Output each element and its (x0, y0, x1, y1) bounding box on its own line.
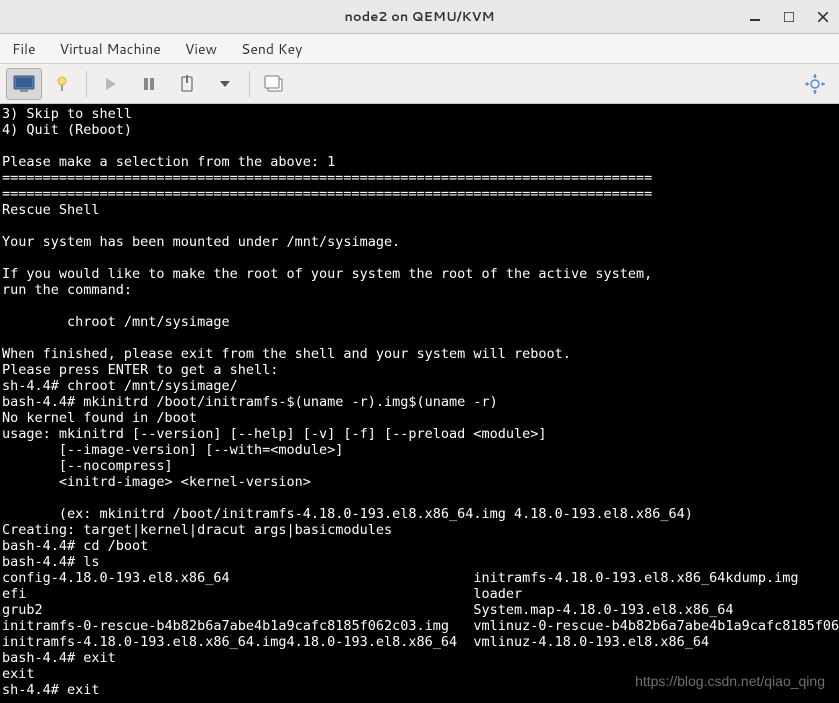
menubar: File Virtual Machine View Send Key (0, 34, 839, 64)
close-button[interactable] (815, 9, 831, 25)
pause-button[interactable] (131, 68, 167, 100)
menu-virtual-machine[interactable]: Virtual Machine (56, 35, 165, 63)
snapshots-button[interactable] (256, 68, 292, 100)
window-title: node2 on QEMU/KVM (345, 8, 495, 26)
console-button[interactable] (6, 68, 42, 100)
titlebar: node2 on QEMU/KVM (0, 0, 839, 34)
window-controls (747, 9, 831, 25)
watermark-text: https://blog.csdn.net/qiao_qing (635, 673, 825, 689)
shutdown-button[interactable] (169, 68, 205, 100)
console-output[interactable]: 3) Skip to shell 4) Quit (Reboot) Please… (0, 104, 839, 703)
menu-send-key[interactable]: Send Key (237, 35, 306, 63)
play-button[interactable] (93, 68, 129, 100)
toolbar-separator (86, 71, 87, 97)
menu-view[interactable]: View (181, 35, 221, 63)
toolbar (0, 64, 839, 104)
info-button[interactable] (44, 68, 80, 100)
maximize-button[interactable] (781, 9, 797, 25)
minimize-button[interactable] (747, 9, 763, 25)
shutdown-menu-button[interactable] (207, 68, 243, 100)
menu-file[interactable]: File (8, 35, 40, 63)
fullscreen-button[interactable] (797, 68, 833, 100)
console-text: 3) Skip to shell 4) Quit (Reboot) Please… (2, 106, 839, 698)
toolbar-separator (249, 71, 250, 97)
